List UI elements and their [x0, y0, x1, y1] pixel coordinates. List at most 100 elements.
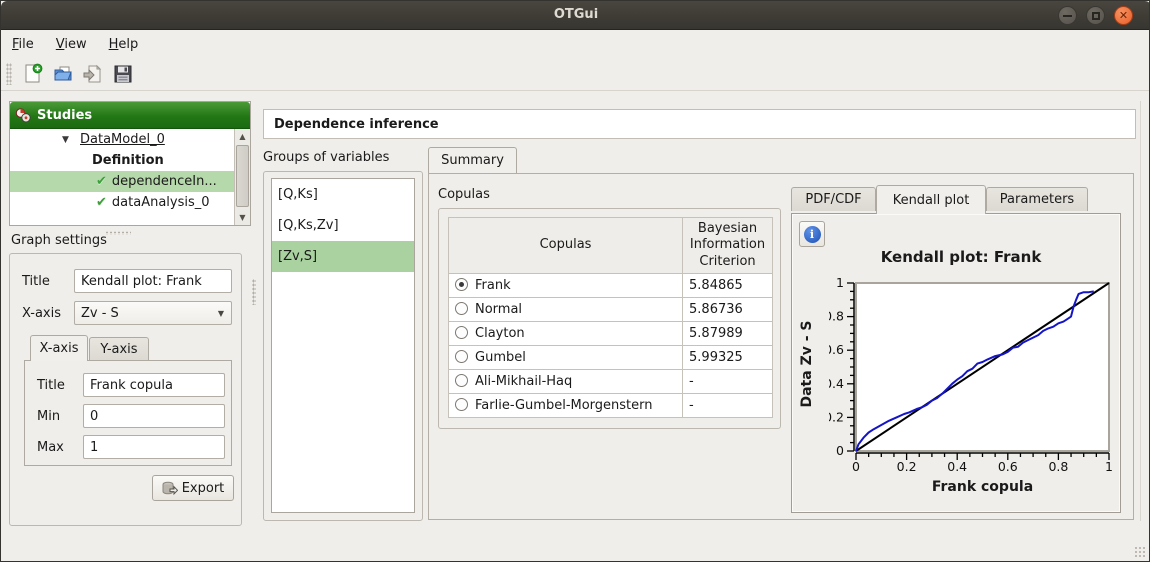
window-title: OTGui — [553, 7, 599, 22]
import-python-script-button[interactable] — [78, 60, 108, 88]
table-row[interactable]: Ali-Mikhail-Haq - — [447, 368, 773, 394]
maximize-button[interactable] — [1086, 6, 1105, 25]
max-input[interactable]: 1 — [83, 435, 225, 459]
toolbar-drag-handle[interactable] — [6, 62, 12, 85]
menu-file[interactable]: File — [1, 33, 45, 56]
tab-pdf-cdf[interactable]: PDF/CDF — [791, 187, 876, 211]
toolbar — [1, 57, 1149, 91]
table-row[interactable]: Clayton 5.87989 — [447, 320, 773, 346]
bic-value: 5.87989 — [682, 320, 773, 346]
save-floppy-icon — [114, 65, 132, 82]
svg-text:0.8: 0.8 — [829, 309, 844, 324]
min-value: 0 — [90, 408, 99, 424]
max-value: 1 — [90, 439, 99, 455]
tab-kendall-plot[interactable]: Kendall plot — [876, 185, 986, 214]
xaxis-combobox[interactable]: Zv - S ▼ — [74, 301, 232, 325]
table-row[interactable]: Farlie-Gumbel-Morgenstern - — [447, 392, 773, 418]
tree-item-datamodel[interactable]: ▼ DataModel_0 — [10, 129, 250, 150]
studies-header[interactable]: Studies — [10, 102, 250, 129]
kendall-plot-canvas[interactable]: 00 0.2 0.2 0.4 0.4 0.6 0.6 0.8 0.8 1 1 — [829, 276, 1119, 501]
copula-name: Gumbel — [475, 349, 526, 365]
new-study-button[interactable] — [18, 60, 48, 88]
tree-scrollbar[interactable]: ▲ ▼ — [234, 129, 250, 225]
chevron-down-icon: ▼ — [217, 308, 224, 318]
menu-help[interactable]: Help — [98, 33, 150, 56]
copulas-table: Copulas Bayesian Information Criterion F… — [447, 217, 773, 418]
minimize-button[interactable] — [1058, 6, 1077, 25]
bic-value: 5.99325 — [682, 344, 773, 370]
list-item-q-ks-zv[interactable]: [Q,Ks,Zv] — [272, 210, 414, 241]
menu-view[interactable]: View — [45, 33, 98, 56]
open-folder-icon — [54, 66, 72, 80]
tab-label: PDF/CDF — [805, 192, 862, 207]
copulas-label: Copulas — [438, 187, 490, 202]
scrollbar-thumb[interactable] — [236, 145, 249, 207]
page-title: Dependence inference — [263, 109, 1136, 139]
axis-title-value: Frank copula — [90, 377, 173, 393]
tab-x-axis[interactable]: X-axis — [30, 335, 88, 361]
list-item-label: [Q,Ks] — [278, 187, 318, 202]
tab-label: Parameters — [999, 192, 1075, 207]
tree-item-dependence-inference[interactable]: ✔ dependenceIn... — [10, 171, 250, 192]
bic-value: 5.86736 — [682, 296, 773, 322]
svg-text:0.4: 0.4 — [947, 459, 967, 474]
groups-of-variables-label: Groups of variables — [263, 150, 390, 165]
tab-y-axis[interactable]: Y-axis — [89, 337, 149, 361]
page-title-text: Dependence inference — [274, 116, 439, 132]
otgui-window: OTGui ✕ File View Help Studies ▼ DataMod… — [0, 0, 1150, 562]
radio-farlie-gumbel-morgenstern[interactable] — [455, 397, 468, 411]
graph-settings-label: Graph settings — [11, 233, 107, 248]
radio-clayton[interactable] — [455, 325, 468, 339]
info-button[interactable]: i — [799, 221, 825, 247]
table-row[interactable]: Gumbel 5.99325 — [447, 344, 773, 370]
expander-icon[interactable]: ▼ — [62, 135, 69, 145]
tab-summary[interactable]: Summary — [428, 147, 517, 173]
import-script-icon — [83, 64, 102, 82]
tab-label: X-axis — [39, 341, 79, 356]
menu-bar: File View Help — [1, 31, 1149, 57]
tree-item-data-analysis[interactable]: ✔ dataAnalysis_0 — [10, 192, 250, 213]
axis-title-label: Title — [37, 378, 65, 393]
studies-header-label: Studies — [37, 107, 93, 123]
check-icon: ✔ — [96, 195, 107, 210]
check-icon: ✔ — [96, 174, 107, 189]
right-panel-edge — [1140, 101, 1141, 521]
tab-parameters[interactable]: Parameters — [986, 187, 1088, 211]
copula-name: Frank — [475, 277, 511, 293]
svg-text:0: 0 — [836, 443, 844, 458]
export-button[interactable]: Export — [152, 475, 234, 501]
x-axis-label: Frank copula — [931, 479, 1034, 495]
tab-label: Y-axis — [100, 342, 138, 357]
graph-title-input[interactable]: Kendall plot: Frank — [74, 269, 232, 293]
vertical-splitter-handle[interactable] — [252, 279, 256, 305]
groups-list: [Q,Ks] [Q,Ks,Zv] [Zv,S] — [271, 178, 415, 513]
list-item-zv-s[interactable]: [Zv,S] — [272, 241, 414, 272]
table-row[interactable]: Frank 5.84865 — [447, 272, 773, 298]
y-axis-label: Data Zv - S — [799, 320, 815, 408]
radio-normal[interactable] — [455, 301, 468, 315]
table-row[interactable]: Normal 5.86736 — [447, 296, 773, 322]
save-button[interactable] — [108, 60, 138, 88]
copula-name: Clayton — [475, 325, 525, 341]
title-bar[interactable]: OTGui ✕ — [1, 1, 1149, 30]
window-size-grip[interactable] — [1134, 546, 1147, 559]
export-icon — [162, 481, 178, 495]
axis-title-input[interactable]: Frank copula — [83, 373, 225, 397]
radio-ali-mikhail-haq[interactable] — [455, 373, 468, 387]
radio-frank[interactable] — [455, 277, 468, 291]
radio-gumbel[interactable] — [455, 349, 468, 363]
scroll-down-icon[interactable]: ▼ — [235, 210, 250, 225]
xaxis-label: X-axis — [22, 306, 61, 321]
close-button[interactable]: ✕ — [1114, 6, 1133, 25]
studies-tree-panel: Studies ▼ DataModel_0 Definition ✔ depen… — [9, 101, 251, 226]
horizontal-splitter-handle[interactable] — [105, 231, 131, 235]
copula-name: Normal — [475, 301, 523, 317]
tree-item-label: Definition — [92, 153, 164, 168]
scroll-up-icon[interactable]: ▲ — [235, 129, 250, 144]
list-item-q-ks[interactable]: [Q,Ks] — [272, 179, 414, 210]
tree-item-definition[interactable]: Definition — [10, 150, 250, 171]
open-study-button[interactable] — [48, 60, 78, 88]
min-input[interactable]: 0 — [83, 404, 225, 428]
export-button-label: Export — [181, 480, 225, 496]
tree-item-label: dependenceIn... — [111, 174, 217, 189]
